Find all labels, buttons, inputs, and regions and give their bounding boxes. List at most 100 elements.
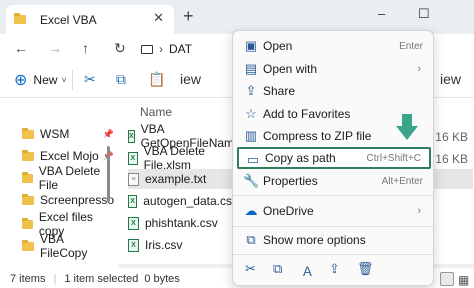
menu-item-label: Add to Favorites: [263, 107, 351, 121]
scrollbar-thumb[interactable]: [107, 146, 110, 202]
delete-icon[interactable]: 🗑: [357, 261, 374, 277]
toolbar-divider: [72, 70, 73, 90]
forward-button[interactable]: →: [48, 40, 62, 56]
menu-item-label: Open: [263, 39, 293, 53]
address-bar[interactable]: › DAT: [141, 38, 241, 60]
star-icon: ☆: [245, 106, 257, 121]
copy-icon[interactable]: ⧉: [273, 261, 282, 277]
status-divider: |: [53, 273, 57, 285]
file-row[interactable]: X phishtank.csv: [128, 213, 238, 233]
view-label-partial[interactable]: iew: [180, 71, 201, 87]
csv-file-icon: X: [128, 238, 139, 252]
csv-file-icon: X: [128, 216, 139, 230]
selection-bytes: 0 bytes: [144, 273, 180, 285]
onedrive-icon: ☁: [244, 203, 258, 218]
minimize-button[interactable]: –: [378, 6, 385, 21]
menu-item-properties[interactable]: 🔧 Properties Alt+Enter: [237, 170, 431, 192]
text-file-icon: ≡: [128, 172, 139, 186]
file-size: 16 KB: [435, 152, 468, 166]
menu-item-onedrive[interactable]: ☁ OneDrive ›: [237, 200, 431, 222]
menu-item-label: Show more options: [263, 233, 366, 247]
up-button[interactable]: ↑: [82, 40, 89, 56]
rename-icon[interactable]: Ａ: [301, 261, 314, 280]
folder-icon: [22, 217, 33, 229]
menu-item-show-more-options[interactable]: ⧉ Show more options: [237, 229, 431, 251]
plus-icon: ⊕: [14, 72, 28, 89]
menu-item-shortcut: Ctrl+Shift+C: [366, 152, 421, 164]
menu-divider: [233, 254, 433, 255]
details-view-icon[interactable]: [440, 272, 454, 286]
back-button[interactable]: ←: [14, 40, 28, 56]
sidebar-item-label: Screenpresso: [39, 193, 114, 207]
copy-path-icon: ▭: [246, 152, 260, 167]
sidebar-item-excel-mojo[interactable]: Excel Mojo 📌: [22, 146, 114, 166]
tab-excel-vba[interactable]: Excel VBA ✕: [6, 5, 174, 34]
folder-icon: [22, 239, 34, 251]
file-row[interactable]: X Iris.csv: [128, 235, 238, 255]
maximize-button[interactable]: ☐: [418, 6, 430, 22]
menu-item-label: Open with: [263, 62, 318, 76]
refresh-button[interactable]: ↻: [114, 40, 126, 57]
file-row[interactable]: X VBA Delete File.xlsm: [128, 144, 238, 172]
title-bar: Excel VBA ✕ + – ☐: [0, 0, 474, 34]
sidebar-item-label: WSM: [40, 127, 70, 141]
copy-icon[interactable]: ⧉: [116, 71, 126, 88]
menu-divider: [233, 195, 433, 196]
close-tab-icon[interactable]: ✕: [153, 10, 164, 26]
chevron-right-icon: ›: [159, 42, 163, 56]
open-icon: ▣: [244, 38, 258, 53]
share-icon[interactable]: ⇪: [329, 261, 340, 277]
column-header-name[interactable]: Name: [140, 105, 172, 119]
chevron-down-icon: ˅: [61, 75, 67, 85]
cut-icon[interactable]: ✂: [84, 71, 96, 88]
sidebar-item-wsm[interactable]: WSM 📌: [22, 124, 114, 144]
menu-item-copy-as-path[interactable]: ▭ Copy as path Ctrl+Shift+C: [237, 147, 431, 169]
sidebar-scrollbar[interactable]: [107, 98, 111, 268]
file-name: VBA Delete File.xlsm: [143, 144, 205, 172]
cut-icon[interactable]: ✂: [245, 261, 256, 277]
menu-item-label: Share: [263, 84, 296, 98]
new-label: New: [33, 73, 58, 87]
file-name: Iris.csv: [145, 238, 183, 252]
sidebar-item-screenpresso[interactable]: Screenpresso: [22, 190, 114, 210]
file-name: example.txt: [145, 172, 207, 186]
new-tab-button[interactable]: +: [183, 6, 194, 27]
folder-icon: [22, 127, 34, 139]
tiles-view-icon[interactable]: ▦: [458, 273, 469, 287]
new-button[interactable]: ⊕ New ˅: [14, 70, 67, 90]
sidebar-item-label: Excel Mojo: [40, 149, 99, 163]
csv-file-icon: X: [128, 194, 138, 208]
folder-icon: [14, 13, 26, 24]
view-label[interactable]: iew: [440, 71, 461, 87]
excel-file-icon: X: [128, 151, 138, 165]
navigation-pane: WSM 📌 Excel Mojo 📌 VBA Delete File Scree…: [0, 98, 118, 270]
file-name: autogen_data.csv: [143, 194, 238, 208]
file-row[interactable]: X autogen_data.csv: [128, 191, 238, 211]
sidebar-item-vba-delete-file[interactable]: VBA Delete File: [22, 164, 114, 192]
paste-icon[interactable]: 📋: [148, 71, 165, 88]
file-row[interactable]: X VBA GetOpenFileName: [128, 122, 241, 150]
monitor-icon: [141, 44, 153, 54]
menu-item-label: Copy as path: [265, 151, 336, 165]
menu-item-label: Properties: [263, 174, 318, 188]
folder-icon: [22, 193, 34, 205]
pointer-arrow-icon: [396, 114, 418, 140]
menu-item-share[interactable]: ⇪ Share: [237, 80, 431, 102]
chevron-right-icon: ›: [417, 205, 421, 217]
menu-item-open[interactable]: ▣ Open Enter: [237, 35, 431, 57]
folder-icon: [22, 149, 34, 161]
menu-item-label: OneDrive: [263, 204, 314, 218]
menu-item-shortcut: Alt+Enter: [381, 175, 423, 187]
more-options-icon: ⧉: [246, 232, 256, 247]
share-icon: ⇪: [245, 83, 257, 98]
menu-item-open-with[interactable]: ▤ Open with ›: [237, 58, 431, 80]
zip-icon: ▥: [244, 128, 258, 143]
menu-quick-actions: ✂ ⧉ Ａ ⇪ 🗑: [237, 257, 431, 281]
sidebar-item-vba-filecopy[interactable]: VBA FileCopy: [22, 232, 114, 260]
file-size: 16 KB: [435, 130, 468, 144]
sidebar-item-excel-files-copy[interactable]: Excel files copy: [22, 210, 114, 238]
sidebar-item-label: VBA FileCopy: [40, 232, 88, 260]
file-explorer-window: Excel VBA ✕ + – ☐ ← → ↑ ↻ › DAT ⊕ New ˅ …: [0, 0, 474, 288]
menu-item-label: Compress to ZIP file: [263, 129, 372, 143]
sidebar-item-label: VBA Delete File: [38, 164, 101, 192]
